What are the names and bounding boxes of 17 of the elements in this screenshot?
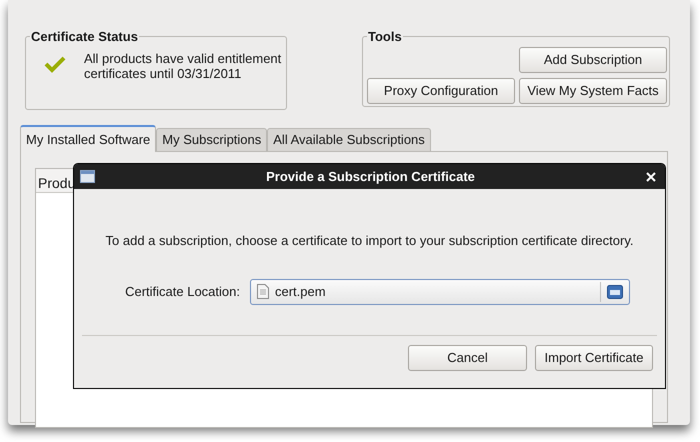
- document-icon: [257, 284, 269, 299]
- tab[interactable]: My Installed Software: [20, 125, 156, 152]
- status-message: All products have valid entitlement certificates until 03/31/2011: [84, 51, 282, 81]
- tool-button[interactable]: Add Subscription: [519, 47, 667, 73]
- folder-icon: [607, 284, 623, 298]
- tool-button[interactable]: View My System Facts: [519, 78, 667, 104]
- dialog-title: Provide a Subscription Certificate: [265, 168, 476, 186]
- file-chooser-field[interactable]: cert.pem: [250, 278, 630, 304]
- tab[interactable]: All Available Subscriptions: [267, 128, 431, 151]
- window-icon: [80, 170, 95, 183]
- field-label: Certificate Location:: [124, 282, 241, 301]
- close-icon[interactable]: [646, 172, 656, 182]
- tool-button[interactable]: Proxy Configuration: [367, 78, 515, 104]
- dialog-button[interactable]: Import Certificate: [535, 344, 653, 370]
- dialog-message: To add a subscription, choose a certificate to import to your subscription certificate directory.: [104, 232, 634, 250]
- tab[interactable]: My Subscriptions: [156, 128, 268, 151]
- dialog-button[interactable]: Cancel: [408, 344, 527, 370]
